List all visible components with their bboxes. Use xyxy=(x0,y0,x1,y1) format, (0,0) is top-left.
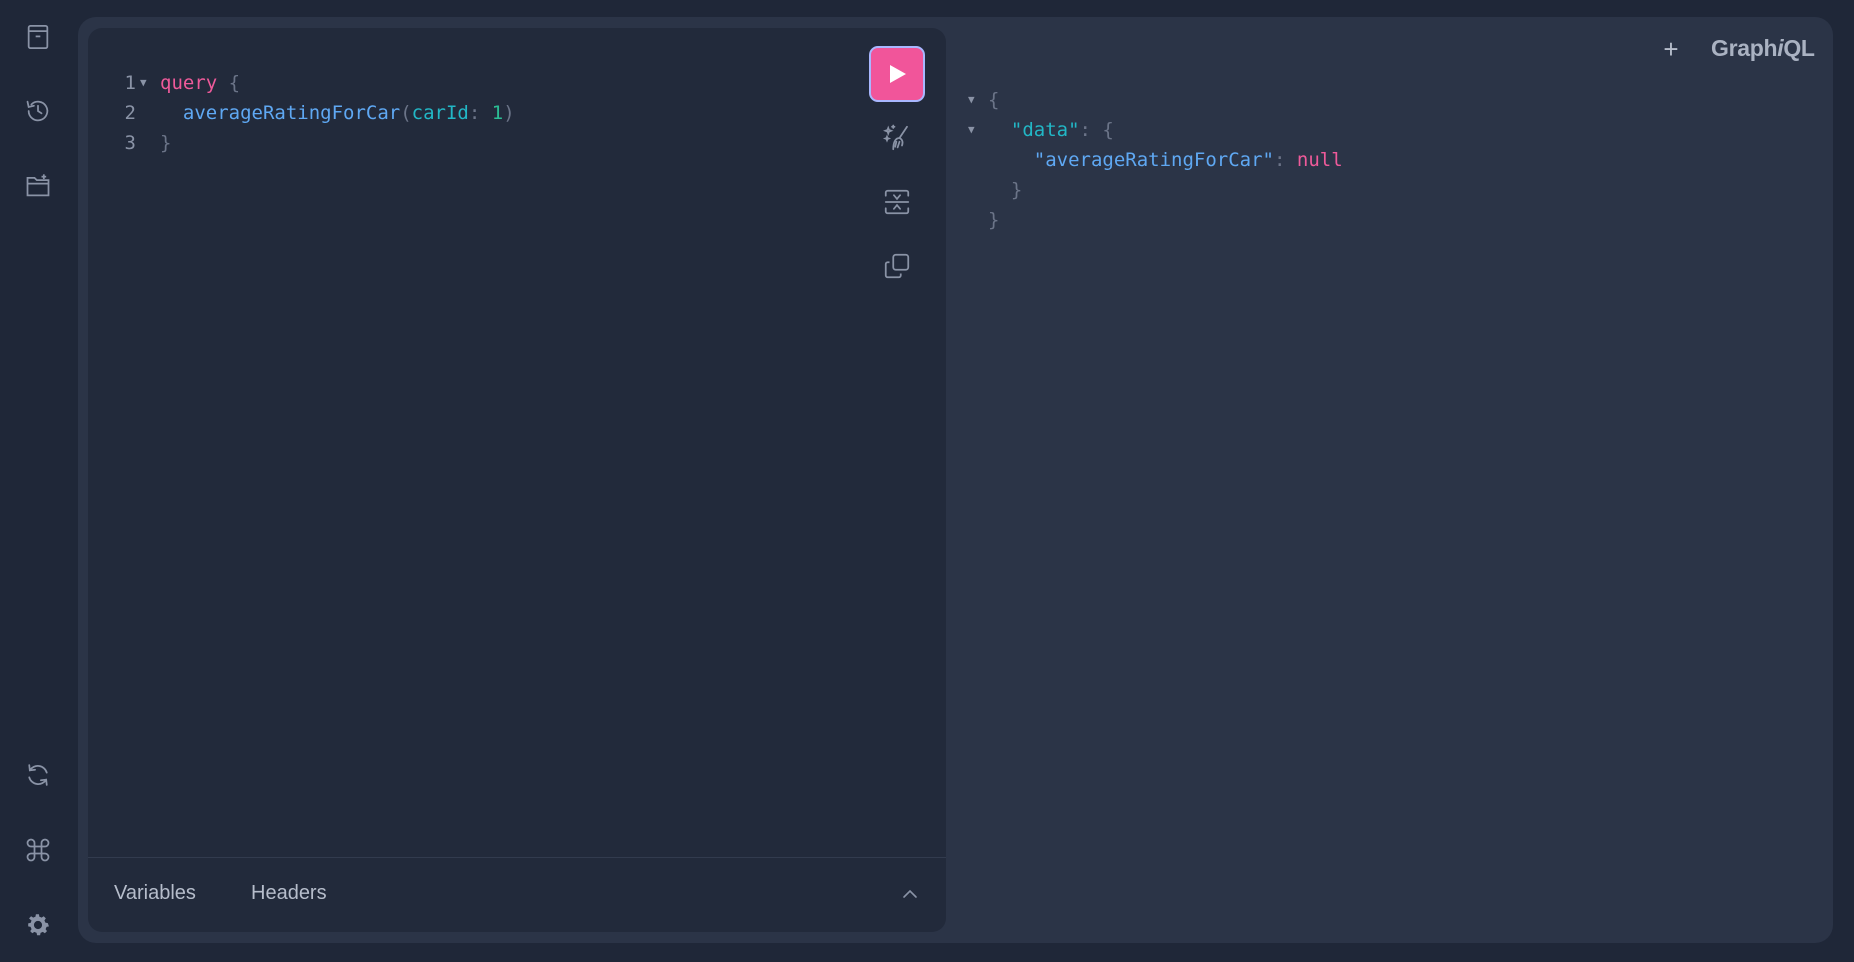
code-text: query { xyxy=(160,68,240,98)
graphiql-logo[interactable]: GraphiQL xyxy=(1711,35,1815,62)
editor-tools-bar: Variables Headers xyxy=(88,857,946,932)
merge-fragments-icon xyxy=(884,189,910,215)
code-text: } xyxy=(160,128,171,158)
graphiql-app: 1 ▼ query {2 averageRatingForCar(carId: 1)… xyxy=(0,0,1854,962)
docs-icon xyxy=(27,25,49,49)
run-query-button[interactable] xyxy=(869,46,925,102)
refresh-icon xyxy=(28,764,48,786)
run-icon xyxy=(890,65,906,83)
sidebar xyxy=(0,0,77,962)
result-token: null xyxy=(1296,149,1343,171)
line-number: 2 xyxy=(124,102,136,124)
line-number: 1 xyxy=(124,72,136,94)
code-token: averageRatingForCar xyxy=(160,102,401,124)
code-token: { xyxy=(217,72,241,94)
history-button[interactable] xyxy=(18,91,58,131)
result-text: "data": { xyxy=(988,115,1114,145)
collections-button[interactable] xyxy=(18,166,58,206)
result-text: } xyxy=(988,205,999,235)
command-icon xyxy=(26,838,50,862)
tab-headers[interactable]: Headers xyxy=(251,882,327,905)
code-token: } xyxy=(160,132,172,154)
tab-variables[interactable]: Variables xyxy=(114,882,196,905)
code-token: 1 xyxy=(491,102,504,124)
logo-prefix: Graph xyxy=(1711,35,1778,61)
result-token: "data" xyxy=(988,119,1080,141)
settings-gear-icon xyxy=(28,914,49,936)
code-token: query xyxy=(160,72,218,94)
result-text: { xyxy=(988,85,999,115)
editor-toolbar xyxy=(869,46,927,286)
folder-plus-icon xyxy=(26,174,50,197)
result-token: "averageRatingForCar" xyxy=(988,149,1274,171)
new-tab-button[interactable]: + xyxy=(1656,34,1686,64)
result-token: } xyxy=(988,179,1023,201)
code-token: ) xyxy=(503,102,515,124)
settings-button[interactable] xyxy=(18,905,58,945)
fold-arrow-icon[interactable]: ▼ xyxy=(140,68,147,98)
prettify-button[interactable] xyxy=(869,118,925,158)
code-text: averageRatingForCar(carId: 1) xyxy=(160,98,515,128)
code-token: ( xyxy=(400,102,412,124)
logo-suffix: QL xyxy=(1783,35,1815,61)
code-token: : xyxy=(468,102,492,124)
docs-button[interactable] xyxy=(18,17,58,57)
result-token: } xyxy=(988,209,1000,231)
merge-fragments-button[interactable] xyxy=(869,182,925,222)
result-token: { xyxy=(988,89,1000,111)
query-editor[interactable]: 1 ▼ query {2 averageRatingForCar(carId: 1)… xyxy=(88,28,946,932)
refetch-schema-button[interactable] xyxy=(18,755,58,795)
result-text: "averageRatingForCar": null xyxy=(988,145,1343,175)
chevron-up-icon[interactable] xyxy=(898,882,922,906)
shortcuts-button[interactable] xyxy=(18,830,58,870)
copy-icon xyxy=(884,253,910,279)
fold-arrow-icon[interactable]: ▼ xyxy=(968,115,975,145)
result-token: : { xyxy=(1079,119,1114,141)
result-token: : xyxy=(1273,149,1297,171)
copy-query-button[interactable] xyxy=(869,246,925,286)
code-token: carId xyxy=(411,102,469,124)
prettify-icon xyxy=(882,124,908,151)
main-surface: 1 ▼ query {2 averageRatingForCar(carId: 1)… xyxy=(78,17,1833,943)
line-number: 3 xyxy=(124,132,136,154)
result-text: } xyxy=(988,175,1022,205)
history-icon xyxy=(26,100,49,122)
fold-arrow-icon[interactable]: ▼ xyxy=(968,85,975,115)
